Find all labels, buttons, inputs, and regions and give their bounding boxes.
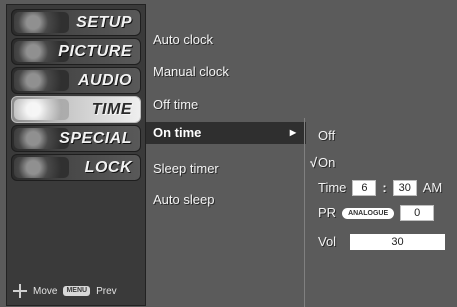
category-lock[interactable]: LOCK xyxy=(11,154,141,181)
category-time[interactable]: TIME xyxy=(11,96,141,123)
pr-row: PR ANALOGUE 0 xyxy=(318,202,435,224)
option-on[interactable]: √ On xyxy=(310,153,336,173)
vol-value-field[interactable]: 30 xyxy=(350,234,445,250)
audio-icon xyxy=(14,70,69,91)
submenu-arrow-icon: ▶ xyxy=(289,128,296,137)
option-off[interactable]: Off xyxy=(318,126,335,146)
option-off-label: Off xyxy=(318,128,336,143)
category-sidebar: SETUP PICTURE AUDIO TIME SPECIAL LOCK Mo… xyxy=(6,4,146,306)
submenu-item-auto-sleep[interactable]: Auto sleep xyxy=(146,189,306,211)
submenu-item-on-time[interactable]: On time ▶ xyxy=(146,122,306,144)
submenu-item-label: Auto clock xyxy=(153,32,213,47)
submenu-item-label: On time xyxy=(153,125,202,140)
category-label: TIME xyxy=(91,101,132,118)
time-row: Time 6 : 30 AM xyxy=(318,177,442,199)
setup-icon xyxy=(14,12,69,33)
category-label: AUDIO xyxy=(77,72,132,89)
submenu-item-label: Auto sleep xyxy=(153,192,215,207)
submenu-item-label: Sleep timer xyxy=(153,161,219,176)
vol-row: Vol 30 xyxy=(318,231,445,253)
submenu-item-auto-clock[interactable]: Auto clock xyxy=(146,29,306,51)
time-label: Time xyxy=(318,180,347,195)
category-label: LOCK xyxy=(84,159,132,176)
category-audio[interactable]: AUDIO xyxy=(11,67,141,94)
time-icon xyxy=(14,99,69,120)
minute-field[interactable]: 30 xyxy=(392,180,417,196)
move-hint-label: Move xyxy=(33,285,58,297)
option-on-label: On xyxy=(318,155,336,170)
vol-label: Vol xyxy=(318,234,337,249)
submenu-item-sleep-timer[interactable]: Sleep timer xyxy=(146,158,306,180)
submenu-item-label: Off time xyxy=(153,97,199,112)
ampm-field[interactable]: AM xyxy=(423,177,443,199)
move-arrows-icon xyxy=(13,284,27,298)
hour-field[interactable]: 6 xyxy=(352,180,377,196)
time-colon: : xyxy=(382,180,387,195)
category-label: PICTURE xyxy=(58,43,132,60)
category-special[interactable]: SPECIAL xyxy=(11,125,141,152)
menu-key-icon: MENU xyxy=(63,286,91,296)
category-label: SETUP xyxy=(76,14,132,31)
time-submenu: Auto clock Manual clock Off time On time… xyxy=(146,16,306,307)
panel-divider xyxy=(304,118,305,307)
category-label: SPECIAL xyxy=(59,130,132,147)
lock-icon xyxy=(14,157,69,178)
checkmark-icon: √ xyxy=(310,155,318,170)
submenu-item-label: Manual clock xyxy=(153,64,229,79)
submenu-item-off-time[interactable]: Off time xyxy=(146,94,306,116)
category-setup[interactable]: SETUP xyxy=(11,9,141,36)
pr-value-field[interactable]: 0 xyxy=(400,205,435,221)
tv-menu-screen: SETUP PICTURE AUDIO TIME SPECIAL LOCK Mo… xyxy=(0,0,457,307)
on-time-panel: Off √ On Time 6 : 30 AM PR ANALOGUE 0 Vo… xyxy=(306,118,457,307)
navigation-hint: Move MENU Prev xyxy=(13,283,141,299)
prev-hint-label: Prev xyxy=(96,285,117,297)
category-picture[interactable]: PICTURE xyxy=(11,38,141,65)
pr-source-badge[interactable]: ANALOGUE xyxy=(342,207,395,219)
submenu-item-manual-clock[interactable]: Manual clock xyxy=(146,61,306,83)
pr-label: PR xyxy=(318,205,337,220)
